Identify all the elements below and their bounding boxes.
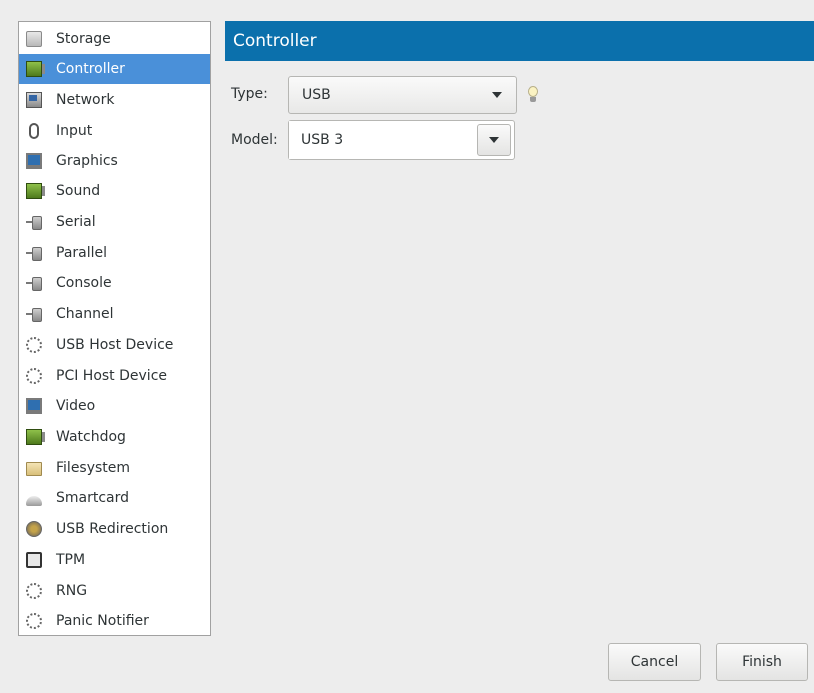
- sound-card-icon: [26, 183, 45, 199]
- sidebar-item-watchdog[interactable]: Watchdog: [19, 422, 210, 452]
- sidebar-item-usb-host-device[interactable]: USB Host Device: [19, 330, 210, 360]
- cancel-button[interactable]: Cancel: [608, 643, 701, 681]
- type-dropdown-value: USB: [302, 87, 331, 103]
- sidebar-item-pci-host-device[interactable]: PCI Host Device: [19, 361, 210, 391]
- sidebar-item-video[interactable]: Video: [19, 391, 210, 421]
- type-label: Type:: [231, 86, 268, 102]
- chevron-down-icon: [492, 92, 502, 98]
- sidebar-item-network[interactable]: Network: [19, 85, 210, 115]
- add-hardware-dialog: Storage Controller Network Input Graphic…: [0, 0, 814, 693]
- page-title: Controller: [225, 21, 814, 61]
- sidebar-item-rng[interactable]: RNG: [19, 576, 210, 606]
- sidebar-item-parallel[interactable]: Parallel: [19, 238, 210, 268]
- finish-button[interactable]: Finish: [716, 643, 808, 681]
- sidebar-item-label: Video: [56, 398, 96, 414]
- sidebar-item-label: Console: [56, 275, 112, 291]
- cogs-icon: [26, 368, 42, 384]
- console-plug-icon: [26, 275, 42, 291]
- sidebar-item-label: Graphics: [56, 153, 118, 169]
- mouse-icon: [29, 123, 39, 139]
- folder-icon: [26, 462, 42, 476]
- sidebar-item-label: Storage: [56, 31, 111, 47]
- sidebar-item-label: Controller: [56, 61, 125, 77]
- sidebar-item-channel[interactable]: Channel: [19, 299, 210, 329]
- disk-icon: [26, 31, 42, 47]
- monitor-icon: [26, 153, 42, 169]
- sidebar-item-label: Parallel: [56, 245, 108, 261]
- chevron-down-icon: [489, 137, 499, 143]
- sidebar-item-console[interactable]: Console: [19, 268, 210, 298]
- cogs-icon: [26, 613, 42, 629]
- chip-icon: [26, 552, 42, 568]
- sidebar-item-sound[interactable]: Sound: [19, 176, 210, 206]
- network-card-icon: [26, 92, 42, 108]
- sidebar-item-storage[interactable]: Storage: [19, 24, 210, 54]
- sidebar-item-label: USB Host Device: [56, 337, 174, 353]
- sidebar-item-graphics[interactable]: Graphics: [19, 146, 210, 176]
- cogs-icon: [26, 337, 42, 353]
- lightbulb-icon: [526, 86, 540, 104]
- controller-card-icon: [26, 61, 45, 77]
- usb-icon: [26, 521, 42, 537]
- sidebar-item-label: TPM: [56, 552, 86, 568]
- monitor-icon: [26, 398, 42, 414]
- watchdog-card-icon: [26, 429, 45, 445]
- sidebar-item-input[interactable]: Input: [19, 116, 210, 146]
- sidebar-item-label: Watchdog: [56, 429, 126, 445]
- parallel-plug-icon: [26, 245, 42, 261]
- sidebar-item-label: PCI Host Device: [56, 368, 168, 384]
- sidebar-item-label: Sound: [56, 183, 101, 199]
- sidebar-item-smartcard[interactable]: Smartcard: [19, 483, 210, 513]
- sidebar-item-filesystem[interactable]: Filesystem: [19, 453, 210, 483]
- sidebar-item-label: Smartcard: [56, 490, 130, 506]
- sidebar-item-label: Serial: [56, 214, 96, 230]
- sidebar-item-label: Panic Notifier: [56, 613, 149, 629]
- model-combo: [288, 120, 515, 160]
- sidebar-item-panic-notifier[interactable]: Panic Notifier: [19, 606, 210, 635]
- model-label: Model:: [231, 132, 278, 148]
- channel-plug-icon: [26, 306, 42, 322]
- serial-plug-icon: [26, 214, 42, 230]
- sidebar-item-usb-redirection[interactable]: USB Redirection: [19, 514, 210, 544]
- model-input[interactable]: [289, 121, 477, 159]
- cogs-icon: [26, 583, 42, 599]
- sidebar-item-tpm[interactable]: TPM: [19, 545, 210, 575]
- sidebar-item-label: Network: [56, 92, 115, 108]
- sidebar-item-label: RNG: [56, 583, 88, 599]
- sidebar-item-label: Filesystem: [56, 460, 131, 476]
- smartcard-reader-icon: [26, 496, 42, 506]
- type-dropdown[interactable]: USB: [288, 76, 517, 114]
- device-type-list: Storage Controller Network Input Graphic…: [18, 21, 211, 636]
- sidebar-item-serial[interactable]: Serial: [19, 207, 210, 237]
- sidebar-item-label: Input: [56, 123, 93, 139]
- sidebar-item-label: USB Redirection: [56, 521, 169, 537]
- sidebar-item-controller[interactable]: Controller: [19, 54, 210, 84]
- sidebar-item-label: Channel: [56, 306, 114, 322]
- model-dropdown-button[interactable]: [477, 124, 511, 156]
